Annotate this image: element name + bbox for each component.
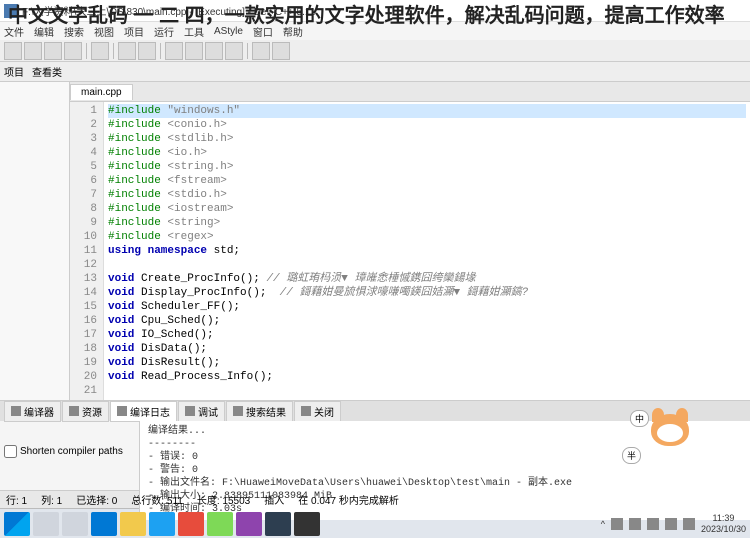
app-icon-1[interactable] bbox=[149, 512, 175, 536]
redo-button[interactable] bbox=[138, 42, 156, 60]
project-panel[interactable] bbox=[0, 82, 70, 400]
mascot-bubble-1: 中 bbox=[630, 410, 649, 427]
menu-astyle[interactable]: AStyle bbox=[214, 26, 243, 37]
menu-tools[interactable]: 工具 bbox=[184, 24, 204, 39]
mascot-bubble-2: 半 bbox=[622, 447, 641, 464]
save-button[interactable] bbox=[44, 42, 62, 60]
chevron-up-icon[interactable]: ^ bbox=[601, 519, 605, 529]
debug-icon bbox=[185, 406, 195, 416]
compile-button[interactable] bbox=[165, 42, 183, 60]
code-content[interactable]: #include "windows.h"#include <conio.h>#i… bbox=[104, 102, 750, 400]
edge-icon[interactable] bbox=[91, 512, 117, 536]
tab-search-results[interactable]: 搜索结果 bbox=[226, 401, 293, 422]
volume-icon[interactable] bbox=[665, 518, 677, 530]
shorten-paths-checkbox[interactable]: Shorten compiler paths bbox=[4, 445, 135, 458]
tab-debug[interactable]: 调试 bbox=[178, 401, 225, 422]
app-icon-2[interactable] bbox=[178, 512, 204, 536]
tab-compile-log[interactable]: 编译日志 bbox=[110, 401, 177, 422]
project-label[interactable]: 项目 bbox=[4, 64, 24, 79]
main-toolbar bbox=[0, 40, 750, 62]
app-icon bbox=[4, 4, 18, 18]
menu-edit[interactable]: 编辑 bbox=[34, 24, 54, 39]
editor-tab[interactable]: main.cpp bbox=[70, 84, 133, 100]
app-icon-3[interactable] bbox=[236, 512, 262, 536]
search-button[interactable] bbox=[33, 512, 59, 536]
wifi-icon[interactable] bbox=[647, 518, 659, 530]
editor-tab-bar: main.cpp bbox=[70, 82, 750, 102]
save-all-button[interactable] bbox=[64, 42, 82, 60]
compiler-icon bbox=[11, 406, 21, 416]
secondary-toolbar: 项目 查看类 bbox=[0, 62, 750, 82]
undo-button[interactable] bbox=[118, 42, 136, 60]
taskbar-clock[interactable]: 11:39 2023/10/30 bbox=[701, 513, 746, 535]
log-icon bbox=[117, 406, 127, 416]
main-area: main.cpp 1234567891011121314151617181920… bbox=[0, 82, 750, 400]
rebuild-button[interactable] bbox=[225, 42, 243, 60]
menu-file[interactable]: 文件 bbox=[4, 24, 24, 39]
menu-project[interactable]: 项目 bbox=[124, 24, 144, 39]
tab-close[interactable]: 关闭 bbox=[294, 401, 341, 422]
line-gutter: 123456789101112131415161718192021 bbox=[70, 102, 104, 400]
stop-button[interactable] bbox=[272, 42, 290, 60]
explorer-icon[interactable] bbox=[120, 512, 146, 536]
compile-run-button[interactable] bbox=[205, 42, 223, 60]
system-tray[interactable]: ^ 11:39 2023/10/30 bbox=[601, 513, 746, 535]
start-button[interactable] bbox=[4, 512, 30, 536]
menu-view[interactable]: 视图 bbox=[94, 24, 114, 39]
wechat-icon[interactable] bbox=[207, 512, 233, 536]
close-icon bbox=[301, 406, 311, 416]
tray-icon-2[interactable] bbox=[629, 518, 641, 530]
window-titlebar: F:\大学资料\大三上\OS\830\main.cpp - [Executing… bbox=[0, 0, 750, 22]
tab-resources[interactable]: 资源 bbox=[62, 401, 109, 422]
resource-icon bbox=[69, 406, 79, 416]
mascot-character: 中 半 bbox=[640, 410, 700, 460]
shorten-paths-input[interactable] bbox=[4, 445, 17, 458]
open-button[interactable] bbox=[24, 42, 42, 60]
window-title: F:\大学资料\大三上\OS\830\main.cpp - [Executing… bbox=[22, 3, 315, 18]
menu-run[interactable]: 运行 bbox=[154, 24, 174, 39]
run-button[interactable] bbox=[185, 42, 203, 60]
class-view-label[interactable]: 查看类 bbox=[32, 64, 62, 79]
menu-window[interactable]: 窗口 bbox=[253, 24, 273, 39]
menu-bar: 文件 编辑 搜索 视图 项目 运行 工具 AStyle 窗口 帮助 bbox=[0, 22, 750, 40]
terminal-icon[interactable] bbox=[294, 512, 320, 536]
debug-button[interactable] bbox=[252, 42, 270, 60]
code-editor[interactable]: 123456789101112131415161718192021 #inclu… bbox=[70, 102, 750, 400]
menu-search[interactable]: 搜索 bbox=[64, 24, 84, 39]
battery-icon[interactable] bbox=[683, 518, 695, 530]
tab-compiler[interactable]: 编译器 bbox=[4, 401, 61, 422]
tray-icon-1[interactable] bbox=[611, 518, 623, 530]
new-file-button[interactable] bbox=[4, 42, 22, 60]
print-button[interactable] bbox=[91, 42, 109, 60]
search-icon bbox=[233, 406, 243, 416]
devcpp-icon[interactable] bbox=[265, 512, 291, 536]
editor-wrap: main.cpp 1234567891011121314151617181920… bbox=[70, 82, 750, 400]
task-view-button[interactable] bbox=[62, 512, 88, 536]
menu-help[interactable]: 帮助 bbox=[283, 24, 303, 39]
